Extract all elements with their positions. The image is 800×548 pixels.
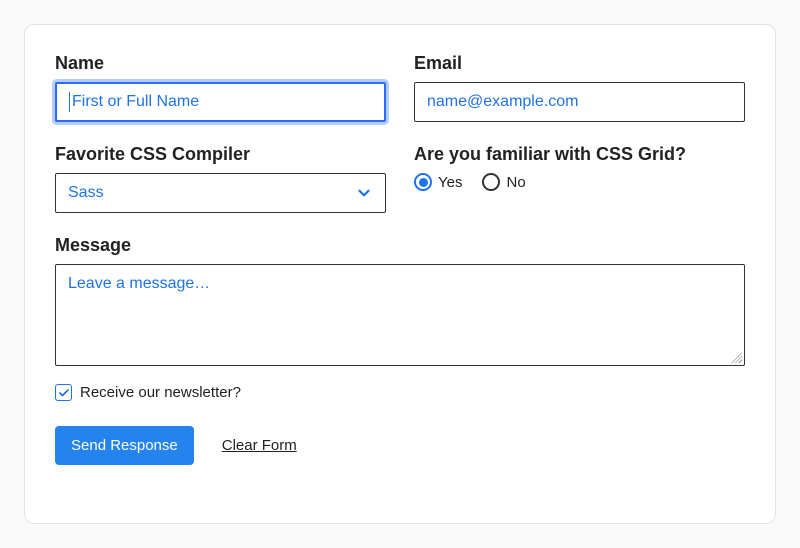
newsletter-checkbox[interactable] [55, 384, 72, 401]
name-input[interactable]: First or Full Name [55, 82, 386, 122]
grid-radio-group: Yes No [414, 173, 745, 191]
compiler-label: Favorite CSS Compiler [55, 144, 386, 165]
radio-no[interactable]: No [482, 173, 525, 191]
email-label: Email [414, 53, 745, 74]
text-caret-icon [69, 92, 70, 112]
radio-yes-circle-icon [414, 173, 432, 191]
page-background: Name First or Full Name Email name@examp… [0, 0, 800, 548]
message-placeholder: Leave a message… [68, 275, 210, 292]
radio-no-label: No [506, 174, 525, 191]
check-icon [58, 387, 70, 399]
chevron-down-icon [355, 184, 373, 202]
name-label: Name [55, 53, 386, 74]
compiler-selected-value: Sass [68, 184, 104, 202]
form-card: Name First or Full Name Email name@examp… [24, 24, 776, 524]
resize-handle-icon[interactable] [730, 351, 742, 363]
compiler-select[interactable]: Sass [55, 173, 386, 213]
name-placeholder: First or Full Name [72, 93, 199, 111]
grid-field-group: Are you familiar with CSS Grid? Yes No [414, 144, 745, 213]
radio-yes-label: Yes [438, 174, 462, 191]
name-field-group: Name First or Full Name [55, 53, 386, 122]
compiler-field-group: Favorite CSS Compiler Sass [55, 144, 386, 213]
email-field-group: Email name@example.com [414, 53, 745, 122]
row-compiler-grid: Favorite CSS Compiler Sass Are you famil… [55, 144, 745, 213]
send-response-button[interactable]: Send Response [55, 426, 194, 465]
clear-form-button[interactable]: Clear Form [222, 437, 297, 454]
newsletter-row: Receive our newsletter? [55, 384, 745, 401]
grid-question-label: Are you familiar with CSS Grid? [414, 144, 745, 165]
row-name-email: Name First or Full Name Email name@examp… [55, 53, 745, 122]
message-label: Message [55, 235, 745, 256]
radio-dot-icon [419, 178, 428, 187]
email-placeholder: name@example.com [427, 93, 578, 111]
email-input[interactable]: name@example.com [414, 82, 745, 122]
actions-row: Send Response Clear Form [55, 426, 745, 465]
radio-yes[interactable]: Yes [414, 173, 462, 191]
message-textarea[interactable]: Leave a message… [55, 264, 745, 366]
radio-no-circle-icon [482, 173, 500, 191]
message-field-group: Message Leave a message… [55, 235, 745, 366]
newsletter-label: Receive our newsletter? [80, 384, 241, 401]
